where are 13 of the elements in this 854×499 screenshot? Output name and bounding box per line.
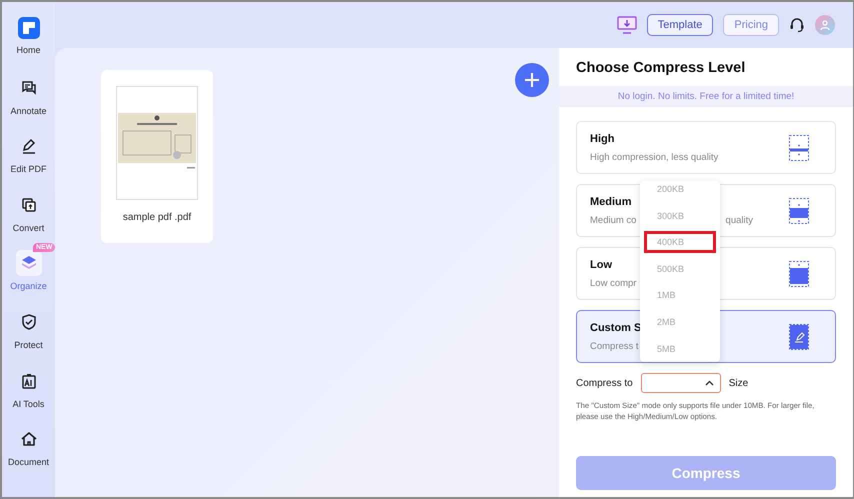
- level-title: High: [590, 132, 614, 144]
- compress-to-label: Compress to: [576, 378, 633, 388]
- level-description: High compression, less quality: [590, 152, 718, 162]
- level-title: Medium: [590, 196, 632, 208]
- level-description: Low compr: [590, 278, 636, 288]
- level-description: Medium co: [590, 214, 636, 226]
- size-label: Size: [728, 378, 748, 388]
- level-description: quality: [726, 214, 753, 226]
- promo-banner: No login. No limits. Free for a limited time!: [559, 86, 853, 107]
- level-description: Compress t: [590, 340, 639, 352]
- file-name: sample pdf .pdf: [122, 212, 192, 223]
- level-title: Low: [590, 258, 612, 270]
- panel-title: Choose Compress Level: [575, 59, 746, 78]
